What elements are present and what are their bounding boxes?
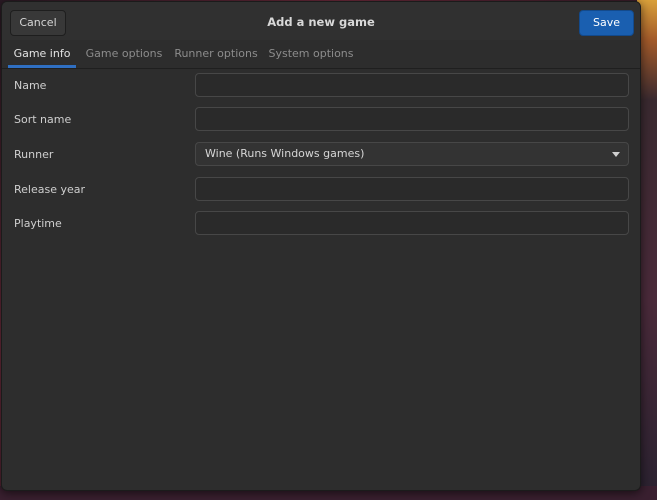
runner-selected-value: Wine (Runs Windows games)	[205, 147, 365, 160]
tab-bar: Game info Game options Runner options Sy…	[2, 40, 640, 69]
tab-runner-options[interactable]: Runner options	[172, 40, 260, 68]
release-year-field[interactable]	[195, 177, 629, 201]
tab-system-options[interactable]: System options	[268, 40, 354, 68]
name-label: Name	[14, 79, 47, 92]
save-button[interactable]: Save	[579, 10, 634, 36]
release-year-label: Release year	[14, 183, 86, 196]
chevron-down-icon	[612, 152, 620, 157]
runner-label: Runner	[14, 148, 54, 161]
dialog-title: Add a new game	[267, 15, 375, 29]
runner-select[interactable]: Wine (Runs Windows games)	[195, 142, 629, 166]
playtime-field[interactable]	[195, 211, 629, 235]
sort-name-field[interactable]	[195, 107, 629, 131]
name-field[interactable]	[195, 73, 629, 97]
tab-game-options[interactable]: Game options	[84, 40, 164, 68]
add-game-dialog: Cancel Add a new game Save Game info Gam…	[1, 1, 641, 491]
tab-game-info[interactable]: Game info	[8, 40, 76, 68]
playtime-label: Playtime	[14, 217, 62, 230]
header-bar: Cancel Add a new game Save	[2, 2, 640, 41]
sort-name-label: Sort name	[14, 113, 72, 126]
